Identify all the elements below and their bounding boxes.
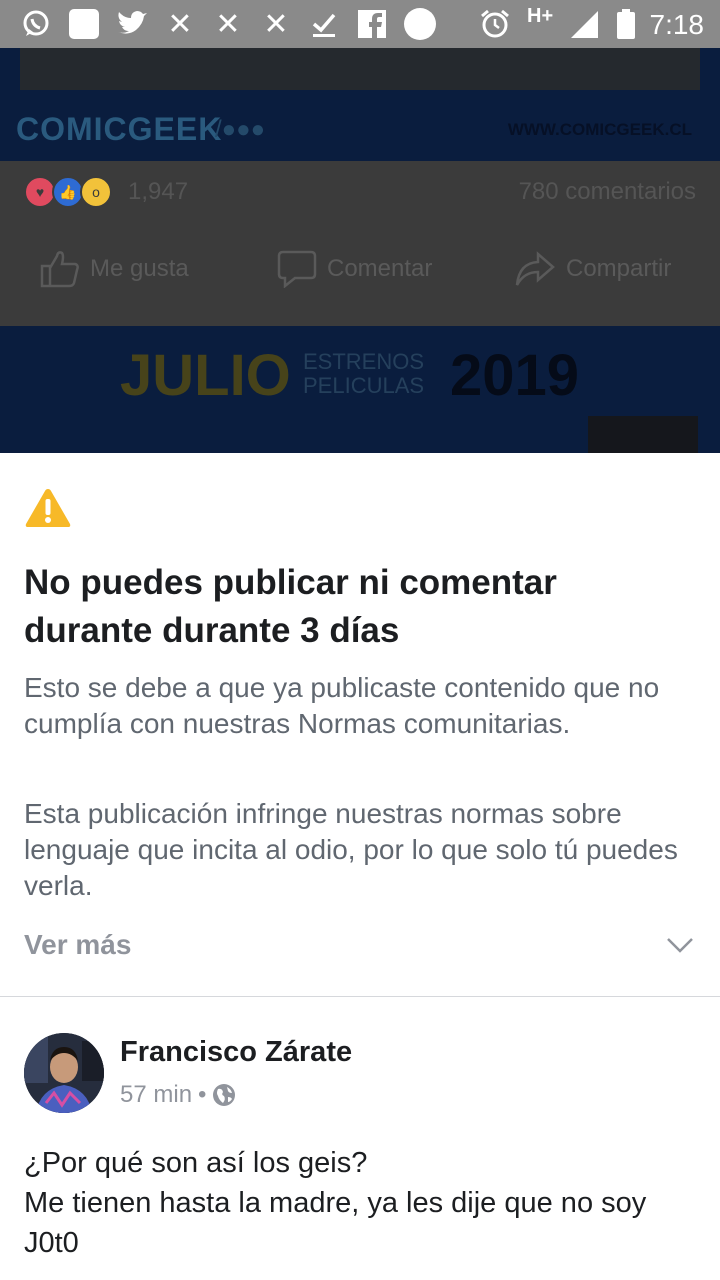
post-text-line2: Me tienen hasta la madre, ya les dije qu…	[24, 1187, 647, 1259]
share-label: Compartir	[566, 255, 672, 282]
like-label: Me gusta	[90, 255, 189, 282]
thumbs-up-icon	[40, 251, 79, 288]
circle-icon	[404, 8, 436, 40]
post-text-line1: ¿Por qué son así los geis?	[24, 1147, 368, 1179]
warning-icon	[25, 489, 71, 527]
close-icon: ✕	[215, 6, 241, 42]
comments-count[interactable]: 780 comentarios	[519, 178, 696, 206]
share-button[interactable]: Compartir	[514, 250, 671, 288]
facebook-icon	[356, 8, 388, 40]
whatsapp-icon	[20, 8, 52, 40]
comment-label: Comentar	[327, 255, 433, 282]
divider	[0, 996, 720, 997]
post-meta: 57 min •	[120, 1081, 236, 1109]
banner-month: JULIO	[120, 343, 291, 408]
post-time[interactable]: 57 min	[120, 1081, 192, 1109]
next-post-image[interactable]: JULIO ESTRENOS PELICULAS 2019	[0, 326, 720, 453]
download-done-icon	[308, 8, 340, 40]
see-more-link[interactable]: Ver más	[24, 929, 131, 961]
post-image-top: COMICGEEK /●●● WWW.COMICGEEK.CL	[0, 48, 720, 161]
restriction-sheet: No puedes publicar ni comentar durante d…	[0, 453, 720, 1280]
status-bar: ✕ ✕ ✕ H+ 7:18	[0, 0, 720, 48]
white-square-icon	[68, 8, 100, 40]
close-icon: ✕	[167, 6, 193, 42]
avatar[interactable]	[24, 1033, 104, 1113]
restriction-detail: Esta publicación infringe nuestras norma…	[24, 798, 678, 901]
comment-button[interactable]: Comentar	[277, 250, 432, 288]
meta-separator: •	[198, 1081, 207, 1108]
image-strip	[20, 48, 700, 90]
comment-icon	[277, 250, 317, 288]
twitter-icon	[116, 8, 148, 40]
comicgeek-logo: COMICGEEK	[16, 111, 223, 147]
author-name[interactable]: Francisco Zárate	[120, 1036, 352, 1069]
post-text: ¿Por qué son así los geis? Me tienen has…	[24, 1143, 696, 1263]
signal-icon	[568, 8, 600, 40]
restriction-reason: Esto se debe a que ya publicaste conteni…	[24, 672, 660, 739]
chevron-down-icon[interactable]	[666, 937, 694, 953]
banner-subtitle: ESTRENOS PELICULAS	[303, 350, 424, 398]
social-icons: /●●●	[215, 116, 266, 143]
background-post: COMICGEEK /●●● WWW.COMICGEEK.CL ♥ 👍 o 1,…	[0, 48, 720, 453]
clock: 7:18	[649, 9, 705, 40]
website-label: WWW.COMICGEEK.CL	[507, 120, 692, 139]
network-type: H+	[527, 5, 554, 27]
reaction-count[interactable]: 1,947	[128, 178, 188, 206]
alarm-icon	[479, 8, 511, 40]
restriction-title: No puedes publicar ni comentar durante d…	[24, 563, 557, 650]
like-button[interactable]: Me gusta	[40, 250, 189, 288]
wow-reaction-icon: o	[80, 176, 112, 208]
banner-subtitle-line2: PELICULAS	[303, 373, 425, 398]
globe-icon	[213, 1084, 236, 1106]
reaction-icons[interactable]: ♥ 👍 o	[24, 176, 112, 208]
banner-subtitle-line1: ESTRENOS	[303, 349, 425, 374]
banner-year: 2019	[450, 343, 580, 408]
battery-icon	[610, 8, 642, 40]
poster-thumbnail	[588, 416, 698, 453]
share-icon	[515, 251, 555, 286]
close-icon: ✕	[263, 6, 289, 42]
